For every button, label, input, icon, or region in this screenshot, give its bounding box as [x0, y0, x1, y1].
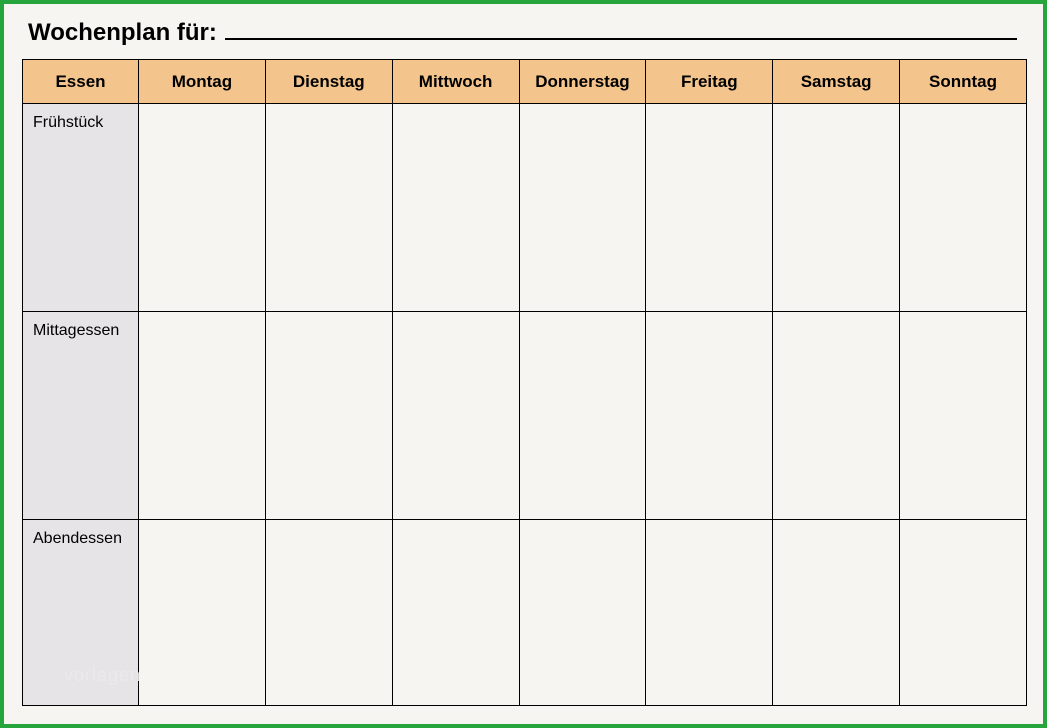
- cell[interactable]: [392, 104, 519, 312]
- table-header-row: Essen Montag Dienstag Mittwoch Donnersta…: [23, 60, 1027, 104]
- page-title: Wochenplan für:: [28, 19, 217, 47]
- cell[interactable]: [773, 312, 900, 520]
- title-row: Wochenplan für:: [28, 18, 1023, 47]
- col-header-essen: Essen: [23, 60, 139, 104]
- cell[interactable]: [646, 520, 773, 706]
- cell[interactable]: [519, 520, 646, 706]
- cell[interactable]: [900, 104, 1027, 312]
- table-row: Frühstück: [23, 104, 1027, 312]
- cell[interactable]: [139, 104, 266, 312]
- cell[interactable]: [519, 104, 646, 312]
- weekly-plan-frame: Wochenplan für: Essen Montag Dienstag Mi…: [0, 0, 1047, 728]
- col-header-samstag: Samstag: [773, 60, 900, 104]
- cell[interactable]: [773, 520, 900, 706]
- col-header-mittwoch: Mittwoch: [392, 60, 519, 104]
- row-header-abendessen: Abendessen: [23, 520, 139, 706]
- cell[interactable]: [646, 104, 773, 312]
- cell[interactable]: [392, 312, 519, 520]
- cell[interactable]: [265, 312, 392, 520]
- cell[interactable]: [519, 312, 646, 520]
- row-header-mittagessen: Mittagessen: [23, 312, 139, 520]
- cell[interactable]: [139, 520, 266, 706]
- title-blank-line[interactable]: [225, 18, 1017, 40]
- weekly-plan-table: Essen Montag Dienstag Mittwoch Donnersta…: [22, 59, 1027, 706]
- cell[interactable]: [773, 104, 900, 312]
- cell[interactable]: [646, 312, 773, 520]
- table-row: Abendessen: [23, 520, 1027, 706]
- cell[interactable]: [265, 104, 392, 312]
- table-row: Mittagessen: [23, 312, 1027, 520]
- cell[interactable]: [139, 312, 266, 520]
- row-header-fruehstueck: Frühstück: [23, 104, 139, 312]
- col-header-freitag: Freitag: [646, 60, 773, 104]
- cell[interactable]: [900, 520, 1027, 706]
- col-header-sonntag: Sonntag: [900, 60, 1027, 104]
- col-header-donnerstag: Donnerstag: [519, 60, 646, 104]
- cell[interactable]: [265, 520, 392, 706]
- cell[interactable]: [392, 520, 519, 706]
- col-header-montag: Montag: [139, 60, 266, 104]
- cell[interactable]: [900, 312, 1027, 520]
- col-header-dienstag: Dienstag: [265, 60, 392, 104]
